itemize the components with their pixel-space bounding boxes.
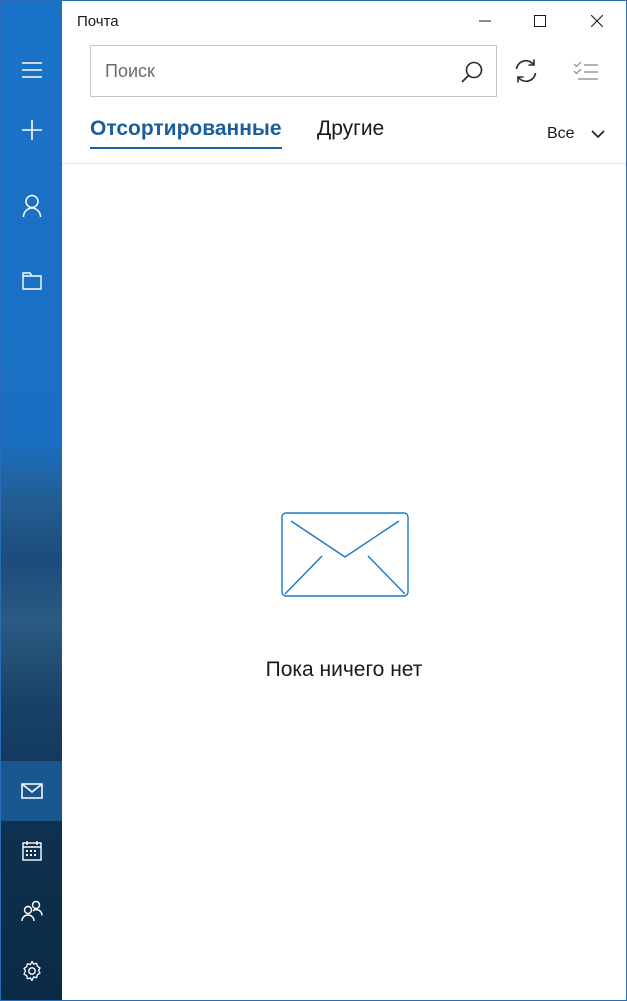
sync-icon [515, 59, 537, 83]
search-icon [461, 61, 483, 83]
calendar-switch-button[interactable] [1, 821, 62, 881]
filter-label: Все [547, 125, 575, 142]
people-switch-button[interactable] [1, 881, 62, 941]
app-title: Почта [77, 13, 119, 30]
header-divider [62, 163, 626, 164]
person-icon [22, 194, 41, 218]
maximize-button[interactable] [511, 1, 569, 41]
search-input[interactable] [91, 46, 446, 96]
checklist-icon [573, 61, 598, 80]
sync-button[interactable] [504, 49, 548, 93]
gear-icon [22, 960, 41, 982]
tab-focused[interactable]: Отсортированные [90, 117, 282, 149]
new-mail-button[interactable] [1, 100, 62, 160]
settings-button[interactable] [1, 941, 62, 1000]
filter-dropdown[interactable]: Все [547, 123, 605, 145]
folders-button[interactable] [1, 251, 62, 311]
minimize-icon [479, 20, 491, 22]
search-box [90, 45, 497, 97]
mail-switch-button[interactable] [1, 761, 62, 821]
minimize-button[interactable] [456, 1, 514, 41]
search-button[interactable] [458, 58, 486, 86]
close-icon [591, 15, 603, 27]
accounts-button[interactable] [1, 176, 62, 236]
folder-icon [21, 272, 42, 290]
mail-icon [20, 783, 43, 799]
hamburger-icon [21, 62, 42, 78]
plus-icon [21, 120, 42, 140]
close-button[interactable] [568, 1, 626, 41]
envelope-icon [281, 512, 409, 597]
maximize-icon [534, 15, 546, 27]
calendar-icon [21, 841, 42, 861]
chevron-down-icon [591, 129, 605, 138]
tab-other[interactable]: Другие [317, 117, 384, 141]
people-icon [20, 900, 43, 922]
empty-state-message: Пока ничего нет [265, 658, 423, 681]
mail-app-window: Почта Поиск Отсортированные Другие Все П… [0, 0, 627, 1001]
menu-button[interactable] [1, 40, 62, 100]
title-bar: Почта [62, 1, 626, 41]
navigation-rail [1, 1, 62, 1000]
selection-mode-button[interactable] [564, 49, 608, 93]
